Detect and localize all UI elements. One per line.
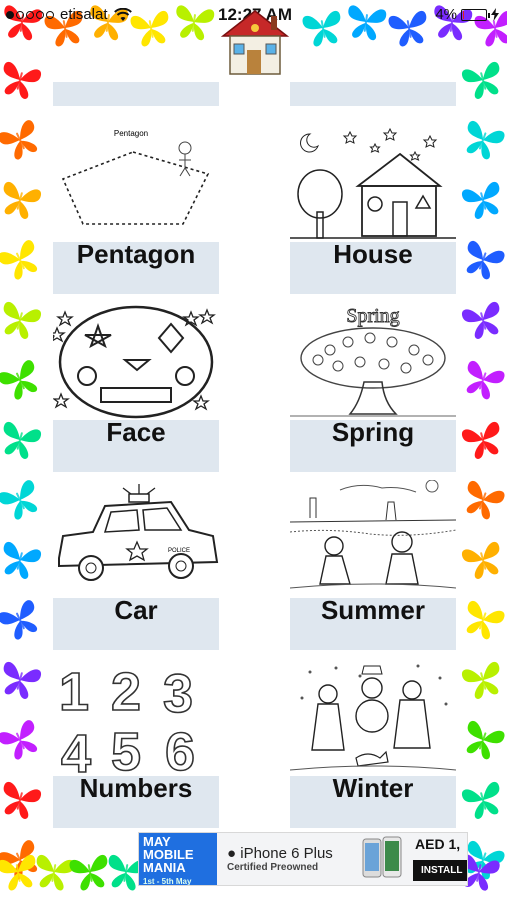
butterfly-icon — [0, 720, 38, 760]
ad-product: ● iPhone 6 Plus Certified Preowned — [217, 845, 357, 873]
coloring-page-grid: Pentagon Pentagon House Face Spring Spri… — [48, 82, 457, 828]
wifi-icon — [113, 7, 132, 21]
card-car[interactable]: POLICE Car — [53, 480, 219, 650]
carrier-name: etisalat — [60, 6, 108, 23]
butterfly-icon — [0, 240, 38, 280]
card-numbers[interactable]: 123 456 Numbers — [53, 658, 219, 828]
card-house[interactable]: House — [290, 124, 456, 294]
card-label: Numbers — [53, 773, 219, 828]
butterfly-icon — [3, 61, 42, 100]
butterfly-icon — [3, 181, 42, 220]
apple-logo-icon: ● — [227, 845, 237, 862]
butterfly-icon — [3, 421, 42, 460]
numbers-thumbnail: 123 456 — [53, 658, 219, 785]
butterfly-icon — [3, 781, 42, 820]
butterfly-icon — [466, 720, 505, 760]
ad-price: AED 1, — [415, 836, 461, 852]
spring-caption: Spring — [346, 305, 399, 327]
card-pentagon[interactable]: Pentagon Pentagon — [53, 124, 219, 294]
butterfly-icon — [466, 240, 505, 280]
butterfly-icon — [461, 781, 500, 820]
butterfly-icon — [461, 421, 500, 460]
card-label: Winter — [290, 773, 456, 828]
butterfly-icon — [461, 541, 500, 580]
ad-product-sub: Certified Preowned — [227, 862, 319, 873]
app-screen: etisalat 12:27 AM 4% Pentagon Pentagon H… — [0, 0, 507, 900]
card-winter[interactable]: Winter — [289, 658, 457, 828]
butterfly-icon — [3, 541, 42, 580]
card-label: House — [290, 239, 456, 294]
card-spring[interactable]: Spring Spring — [290, 302, 456, 472]
card-label: Spring — [290, 417, 456, 472]
spring-thumbnail: Spring — [290, 302, 456, 422]
house-thumbnail — [290, 124, 456, 244]
summer-thumbnail — [289, 479, 457, 600]
butterfly-icon — [461, 661, 500, 700]
butterfly-icon — [0, 120, 38, 160]
battery-percent: 4% — [435, 6, 457, 23]
butterfly-icon — [466, 360, 505, 400]
partial-card-right[interactable] — [290, 82, 456, 106]
card-label: Car — [53, 595, 219, 650]
numbers-caption: 123 456 — [59, 662, 208, 778]
card-label: Summer — [290, 595, 456, 650]
card-label: Face — [53, 417, 219, 472]
butterfly-icon — [461, 181, 500, 220]
carrier-indicator: etisalat — [6, 6, 132, 23]
butterfly-icon — [461, 61, 500, 100]
pentagon-thumbnail: Pentagon — [53, 124, 219, 244]
partial-card-left[interactable] — [53, 82, 219, 106]
butterfly-icon — [466, 480, 505, 520]
battery-icon — [461, 8, 490, 21]
car-thumbnail: POLICE — [53, 480, 219, 600]
ad-promo-dates: 1st - 5th May — [143, 877, 192, 886]
butterfly-icon — [0, 360, 38, 400]
winter-thumbnail — [289, 658, 457, 778]
butterfly-icon — [466, 600, 505, 640]
butterfly-icon — [461, 301, 500, 340]
signal-strength-icon — [6, 10, 54, 19]
butterfly-icon — [3, 301, 42, 340]
ad-product-name: iPhone 6 Plus — [240, 845, 333, 862]
phone-image — [357, 835, 407, 883]
charging-bolt-icon — [491, 8, 499, 21]
butterfly-icon — [0, 600, 38, 640]
card-label: Pentagon — [53, 239, 219, 294]
house-icon — [220, 10, 290, 75]
battery-indicator: 4% — [435, 6, 499, 23]
butterfly-icon — [466, 120, 505, 160]
ad-promo-block: MAY MOBILE MANIA 1st - 5th May — [139, 833, 217, 886]
ad-price-block: AED 1, INSTALL — [407, 833, 467, 885]
face-thumbnail — [48, 302, 219, 422]
home-button[interactable] — [217, 8, 293, 80]
car-caption: POLICE — [168, 548, 190, 554]
ad-banner[interactable]: MAY MOBILE MANIA 1st - 5th May ● iPhone … — [138, 832, 468, 886]
butterfly-icon — [0, 480, 38, 520]
pentagon-caption: Pentagon — [114, 129, 148, 138]
card-summer[interactable]: Summer — [289, 479, 457, 650]
card-face[interactable]: Face — [48, 302, 219, 472]
butterfly-icon — [3, 661, 42, 700]
ad-promo-line3: MANIA — [143, 860, 186, 875]
install-button[interactable]: INSTALL — [413, 860, 467, 881]
